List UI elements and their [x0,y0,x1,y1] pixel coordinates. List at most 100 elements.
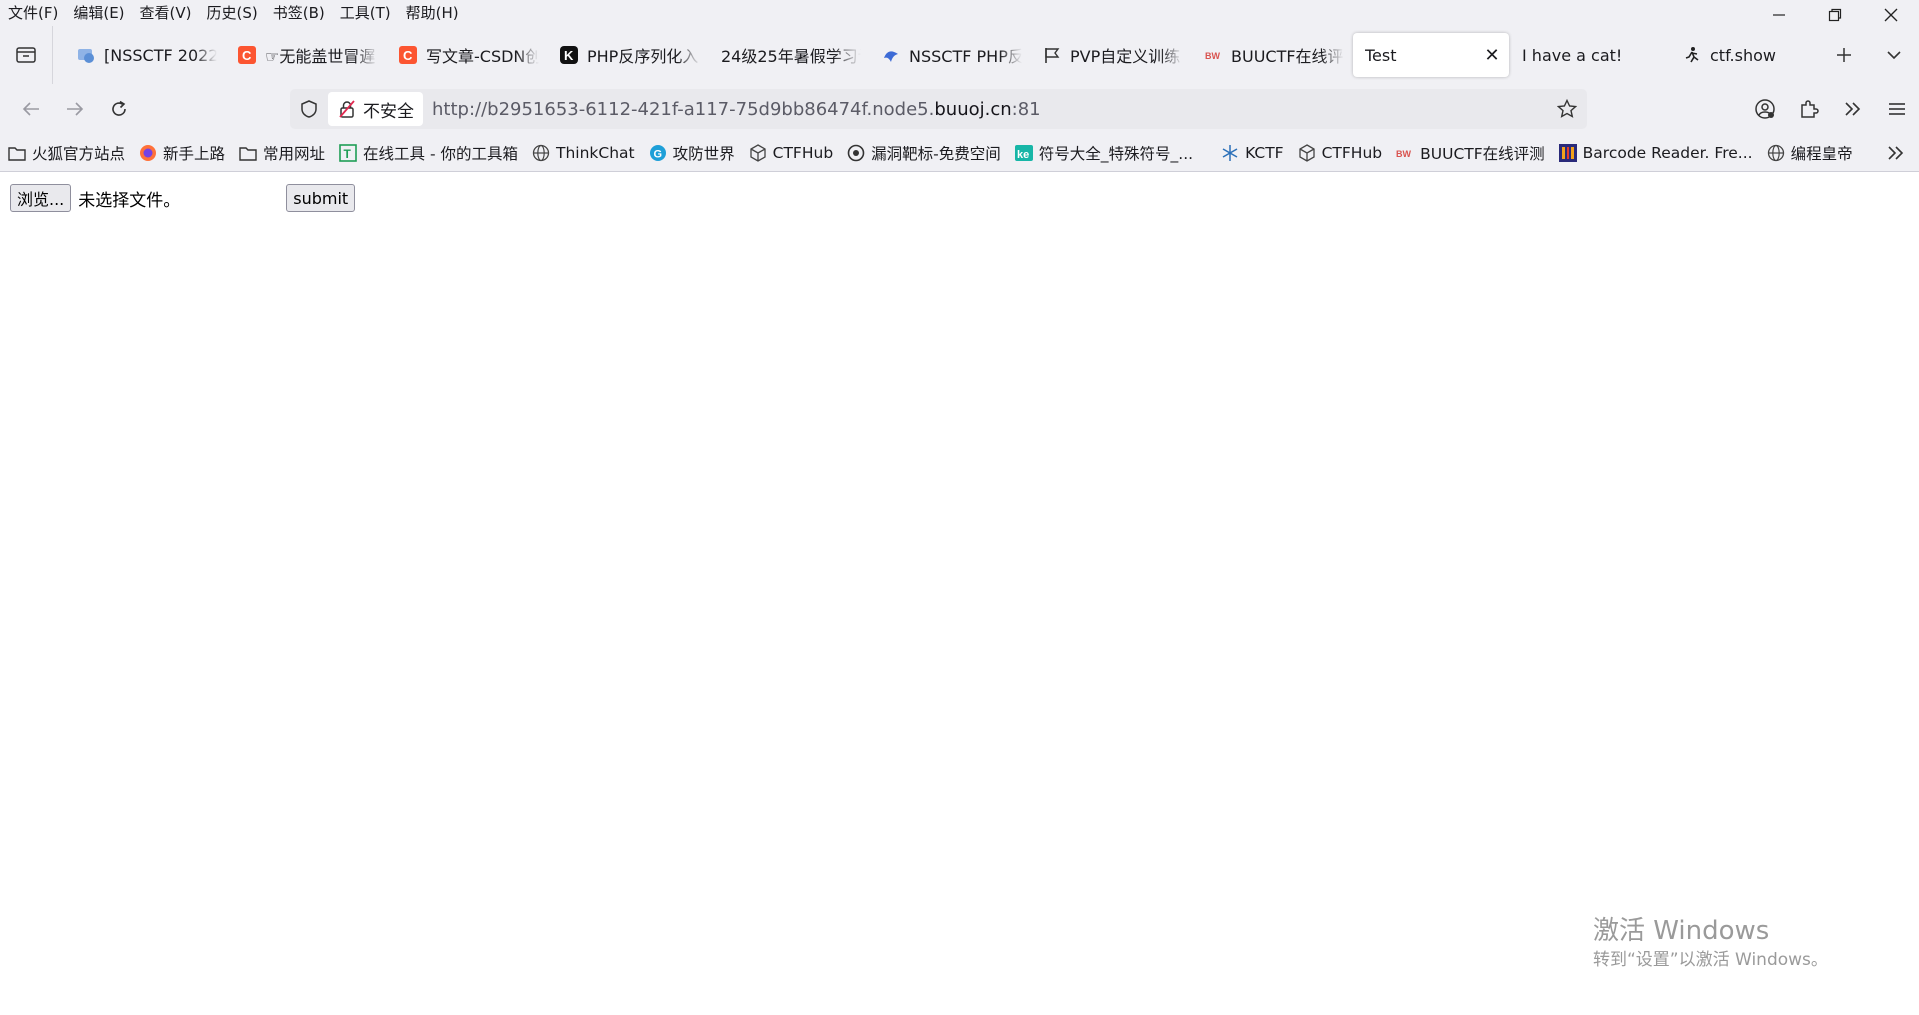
bookmark-firefox-official[interactable]: 火狐官方站点 [6,142,127,164]
new-tab-button[interactable] [1819,26,1869,84]
url-text[interactable]: http://b2951653-6112-421f-a117-75d9bb864… [432,99,1547,120]
hamburger-icon [1889,103,1905,115]
bookmark-ctfhub-1[interactable]: CTFHub [747,144,836,162]
watermark-subtitle: 转到“设置”以激活 Windows。 [1593,950,1828,970]
no-file-selected-label: 未选择文件。 [78,190,181,211]
reload-button[interactable] [97,84,141,134]
tab-i-have-a-cat[interactable]: I have a cat! [1510,33,1670,77]
barcode-icon [1558,143,1577,162]
restore-icon [1828,8,1842,22]
adworld-icon: G [649,144,667,162]
overflow-menu-button[interactable] [1831,84,1875,134]
page-content: 浏览... 未选择文件。 submit 激活 Windows 转到“设置”以激活… [0,172,1919,1015]
menu-bar: 文件(F) 编辑(E) 查看(V) 历史(S) 书签(B) 工具(T) 帮助(H… [0,0,1919,26]
tracking-shield-icon[interactable] [290,100,328,118]
app-menu-button[interactable] [1875,84,1919,134]
bookmark-label: 符号大全_特殊符号_... [1038,144,1194,163]
account-button[interactable] [1743,84,1787,134]
menu-history[interactable]: 历史(S) [199,0,265,26]
tab-php-unserialize[interactable]: K PHP反序列化入 [548,33,708,77]
flag-icon [1043,46,1061,64]
bookmark-ctfhub-2[interactable]: CTFHub [1296,144,1385,162]
bookmark-adworld[interactable]: G 攻防世界 [647,142,737,164]
menu-edit[interactable]: 编辑(E) [65,0,131,26]
bookmark-thinkchat[interactable]: ThinkChat [530,144,637,162]
tab-buuctf[interactable]: BW BUUCTF在线评 [1192,33,1352,77]
toolbar-actions [1743,84,1919,134]
tab-title: BUUCTF在线评 [1231,47,1344,66]
plus-icon [1837,48,1851,62]
bookmarks-overflow-button[interactable] [1881,134,1911,172]
bookmark-label: CTFHub [772,143,834,162]
cube-icon [749,143,767,162]
globe-icon [77,46,95,64]
forward-button[interactable] [53,84,97,134]
bookmark-label: 火狐官方站点 [32,144,126,163]
bookmark-online-tools[interactable]: T 在线工具 - 你的工具箱 [337,142,520,164]
svg-text:G: G [653,148,662,160]
back-button[interactable] [9,84,53,134]
tab-strip: [NSSCTF 2022 C ☞无能盖世冒遅 C 写文章-CSDN创 K PHP… [0,26,1919,84]
bookmark-label: 攻防世界 [672,144,735,163]
bookmark-vuln-range[interactable]: 漏洞靶标-免费空间 [845,142,1003,164]
tab-nssctf-2022[interactable]: [NSSCTF 2022 [65,33,225,77]
firefox-icon [139,144,157,162]
folder-icon [239,144,257,162]
browse-file-button[interactable]: 浏览... [10,184,72,212]
tool-icon: T [339,143,357,162]
svg-text:BW: BW [1396,149,1411,159]
bookmark-coding-emperor[interactable]: 编程皇帝 [1765,142,1855,164]
tab-nssctf-php[interactable]: NSSCTF PHP反 [870,33,1030,77]
globe-icon [1767,144,1785,162]
watermark-title: 激活 Windows [1593,916,1770,946]
bookmark-symbols[interactable]: ke 符号大全_特殊符号_... [1013,142,1195,164]
tab-pvp-training[interactable]: PVP自定义训练 [1031,33,1191,77]
firefox-view-button[interactable] [0,26,53,84]
minimize-icon [1773,14,1785,16]
globe-icon [532,144,550,162]
svg-text:BW: BW [1205,51,1220,61]
url-domain: buuoj.cn [934,98,1012,120]
tab-ctfshow[interactable]: ctf.show [1671,33,1831,77]
connection-not-secure-button[interactable]: 不安全 [328,92,423,126]
navigation-bar: 不安全 http://b2951653-6112-421f-a117-75d9b… [0,84,1919,134]
bookmark-label: CTFHub [1321,143,1383,162]
firefox-view-icon [16,47,36,63]
menu-view[interactable]: 查看(V) [132,0,199,26]
bookmark-getting-started[interactable]: 新手上路 [137,142,227,164]
insecure-label: 不安全 [363,101,414,122]
menu-help[interactable]: 帮助(H) [398,0,466,26]
bookmark-barcode-reader[interactable]: Barcode Reader. Fre... [1557,143,1755,162]
cube-icon [1298,143,1316,162]
bookmark-common-sites[interactable]: 常用网址 [237,142,327,164]
back-arrow-icon [22,102,39,116]
tab-close-icon[interactable]: ✕ [1483,45,1501,66]
list-all-tabs-button[interactable] [1869,26,1919,84]
tab-csdn-1[interactable]: C ☞无能盖世冒遅 [226,33,386,77]
bookmark-buuctf[interactable]: BW BUUCTF在线评测 [1394,142,1547,164]
bookmark-label: 漏洞靶标-免费空间 [871,144,1001,163]
tab-summer-study[interactable]: 24级25年暑假学习计 [709,33,869,77]
menu-tools[interactable]: 工具(T) [332,0,398,26]
bookmark-kctf[interactable]: KCTF [1219,144,1286,162]
bookmark-label: 常用网址 [263,144,326,163]
buu-icon: BW [1396,144,1414,162]
chevron-down-icon [1887,51,1901,60]
url-bar[interactable]: 不安全 http://b2951653-6112-421f-a117-75d9b… [290,89,1587,129]
bookmark-star-button[interactable] [1547,99,1587,119]
windows-activation-watermark: 激活 Windows 转到“设置”以激活 Windows。 [1593,916,1828,972]
tab-title: Test [1365,45,1397,65]
tab-test-active[interactable]: Test ✕ [1353,33,1509,77]
extensions-button[interactable] [1787,84,1831,134]
nssctf-icon [882,46,900,64]
menu-file[interactable]: 文件(F) [0,0,65,26]
url-prefix: http://b2951653-6112-421f-a117-75d9bb864… [432,98,935,120]
svg-text:T: T [344,147,352,161]
svg-text:K: K [564,48,574,63]
submit-button[interactable]: submit [286,184,356,212]
account-icon [1755,99,1775,119]
tab-title: PHP反序列化入 [587,47,699,66]
tab-csdn-2[interactable]: C 写文章-CSDN创 [387,33,547,77]
reload-icon [112,100,126,116]
menu-bookmarks[interactable]: 书签(B) [265,0,332,26]
